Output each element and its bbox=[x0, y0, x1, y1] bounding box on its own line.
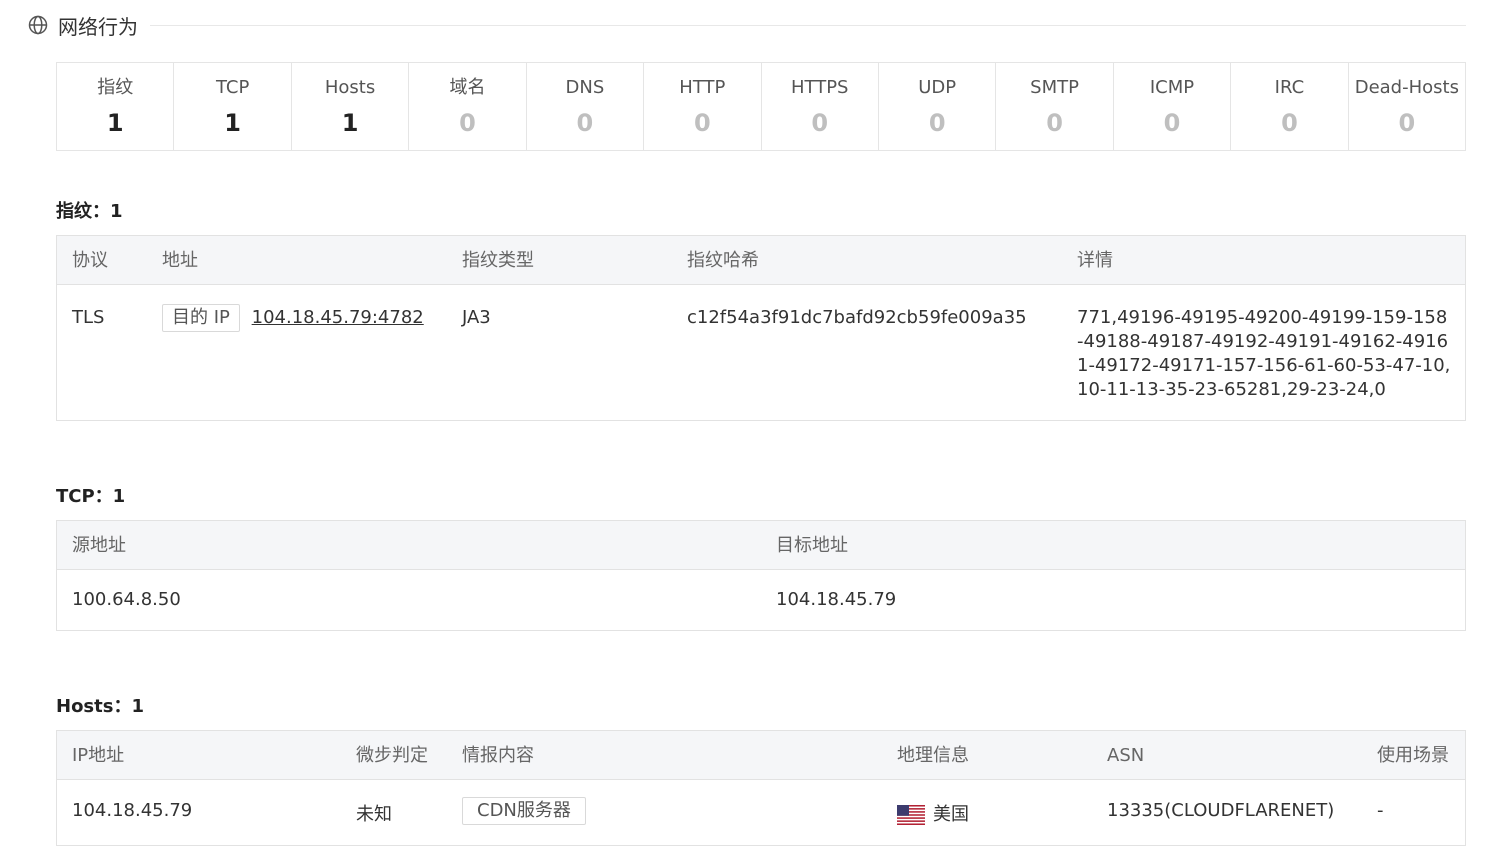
stat-fingerprint[interactable]: 指纹 1 bbox=[57, 63, 175, 150]
stat-domain[interactable]: 域名 0 bbox=[409, 63, 527, 150]
column-header: 使用场景 bbox=[1377, 745, 1449, 766]
table-row: TLS 目的 IP 104.18.45.79:4782 JA3 c12f54a3… bbox=[57, 285, 1465, 420]
stat-label: Hosts bbox=[324, 76, 376, 98]
stat-udp[interactable]: UDP 0 bbox=[879, 63, 997, 150]
verdict-cell: 未知 bbox=[356, 804, 392, 825]
stat-label: 域名 bbox=[449, 76, 486, 98]
stat-label: DNS bbox=[565, 76, 605, 98]
ip-address-cell: 104.18.45.79 bbox=[72, 800, 193, 821]
globe-icon bbox=[28, 15, 48, 35]
column-header: 地理信息 bbox=[897, 745, 969, 766]
stat-value: 1 bbox=[224, 108, 241, 137]
fingerprint-table: 协议 地址 指纹类型 指纹哈希 详情 TLS 目的 IP 104.18.45.7… bbox=[56, 235, 1466, 421]
protocol-cell: TLS bbox=[72, 307, 105, 328]
stat-label: ICMP bbox=[1149, 76, 1195, 98]
address-link[interactable]: 104.18.45.79:4782 bbox=[252, 307, 424, 328]
hosts-table: IP地址 微步判定 情报内容 地理信息 ASN 使用场景 104.18.45.7… bbox=[56, 730, 1466, 846]
stat-value: 0 bbox=[1281, 108, 1298, 137]
details-cell: 771,49196-49195-49200-49199-159-158-4918… bbox=[1077, 307, 1451, 400]
stat-value: 1 bbox=[106, 108, 124, 137]
stat-hosts[interactable]: Hosts 1 bbox=[292, 63, 410, 150]
section-title: 网络行为 bbox=[58, 14, 138, 39]
stat-http[interactable]: HTTP 0 bbox=[644, 63, 762, 150]
fingerprint-title: 指纹：1 bbox=[56, 201, 123, 222]
stat-value: 0 bbox=[459, 108, 476, 137]
asn-cell: 13335(CLOUDFLARENET) bbox=[1107, 800, 1335, 821]
us-flag-icon bbox=[897, 805, 925, 825]
stat-https[interactable]: HTTPS 0 bbox=[762, 63, 879, 150]
stat-irc[interactable]: IRC 0 bbox=[1231, 63, 1349, 150]
table-row: 104.18.45.79 未知 CDN服务器 美国 13335(CLOUDFLA… bbox=[57, 780, 1465, 845]
column-header: 指纹类型 bbox=[462, 250, 534, 271]
address-cell: 目的 IP 104.18.45.79:4782 bbox=[162, 304, 424, 332]
stat-value: 0 bbox=[811, 108, 829, 137]
column-header: 源地址 bbox=[72, 535, 126, 556]
hosts-title: Hosts：1 bbox=[56, 696, 144, 717]
stat-label: SMTP bbox=[1030, 76, 1079, 98]
stat-icmp[interactable]: ICMP 0 bbox=[1114, 63, 1232, 150]
address-type-tag: 目的 IP bbox=[162, 304, 240, 332]
stat-label: UDP bbox=[918, 76, 957, 98]
stat-label: HTTP bbox=[679, 76, 726, 98]
column-header: 协议 bbox=[72, 250, 108, 271]
stat-value: 0 bbox=[1163, 108, 1181, 137]
stat-smtp[interactable]: SMTP 0 bbox=[996, 63, 1114, 150]
network-behavior-header: 网络行为 bbox=[28, 10, 1466, 40]
stat-value: 0 bbox=[693, 108, 711, 137]
table-header: 协议 地址 指纹类型 指纹哈希 详情 bbox=[57, 236, 1465, 285]
stats-summary: 指纹 1 TCP 1 Hosts 1 域名 0 DNS 0 HTTP 0 HTTPS 0 UD… bbox=[56, 62, 1466, 151]
column-header: 情报内容 bbox=[462, 745, 534, 766]
stat-value: 0 bbox=[576, 108, 594, 137]
table-header: IP地址 微步判定 情报内容 地理信息 ASN 使用场景 bbox=[57, 731, 1465, 780]
intel-cell: CDN服务器 bbox=[462, 797, 586, 825]
column-header: 地址 bbox=[162, 250, 198, 271]
source-address-cell: 100.64.8.50 bbox=[72, 589, 181, 610]
tcp-title: TCP：1 bbox=[56, 486, 126, 507]
tcp-table: 源地址 目标地址 100.64.8.50 104.18.45.79 bbox=[56, 520, 1466, 631]
stat-dns[interactable]: DNS 0 bbox=[527, 63, 645, 150]
geo-text: 美国 bbox=[933, 804, 969, 825]
stat-value: 1 bbox=[341, 108, 359, 137]
stat-tcp[interactable]: TCP 1 bbox=[174, 63, 292, 150]
stat-value: 0 bbox=[1046, 108, 1063, 137]
column-header: 指纹哈希 bbox=[687, 250, 759, 271]
column-header: 详情 bbox=[1077, 250, 1113, 271]
header-divider bbox=[150, 24, 1466, 26]
stat-dead-hosts[interactable]: Dead-Hosts 0 bbox=[1349, 63, 1465, 150]
table-header: 源地址 目标地址 bbox=[57, 521, 1465, 570]
table-row: 100.64.8.50 104.18.45.79 bbox=[57, 570, 1465, 630]
stat-label: IRC bbox=[1274, 76, 1305, 98]
column-header: IP地址 bbox=[72, 745, 125, 766]
geo-cell: 美国 bbox=[897, 800, 969, 826]
stat-label: TCP bbox=[215, 76, 250, 98]
target-address-cell: 104.18.45.79 bbox=[776, 589, 897, 610]
intel-tag: CDN服务器 bbox=[462, 797, 586, 825]
column-header: ASN bbox=[1107, 745, 1145, 766]
stat-value: 0 bbox=[928, 108, 946, 137]
column-header: 微步判定 bbox=[356, 745, 428, 766]
stat-label: Dead-Hosts bbox=[1354, 76, 1459, 98]
stat-label: HTTPS bbox=[790, 76, 849, 98]
fingerprint-hash-cell: c12f54a3f91dc7bafd92cb59fe009a35 bbox=[687, 307, 1027, 328]
usage-cell: - bbox=[1377, 800, 1384, 821]
stat-label: 指纹 bbox=[97, 76, 134, 98]
stat-value: 0 bbox=[1398, 108, 1416, 137]
fingerprint-type-cell: JA3 bbox=[462, 307, 491, 328]
column-header: 目标地址 bbox=[776, 535, 848, 556]
